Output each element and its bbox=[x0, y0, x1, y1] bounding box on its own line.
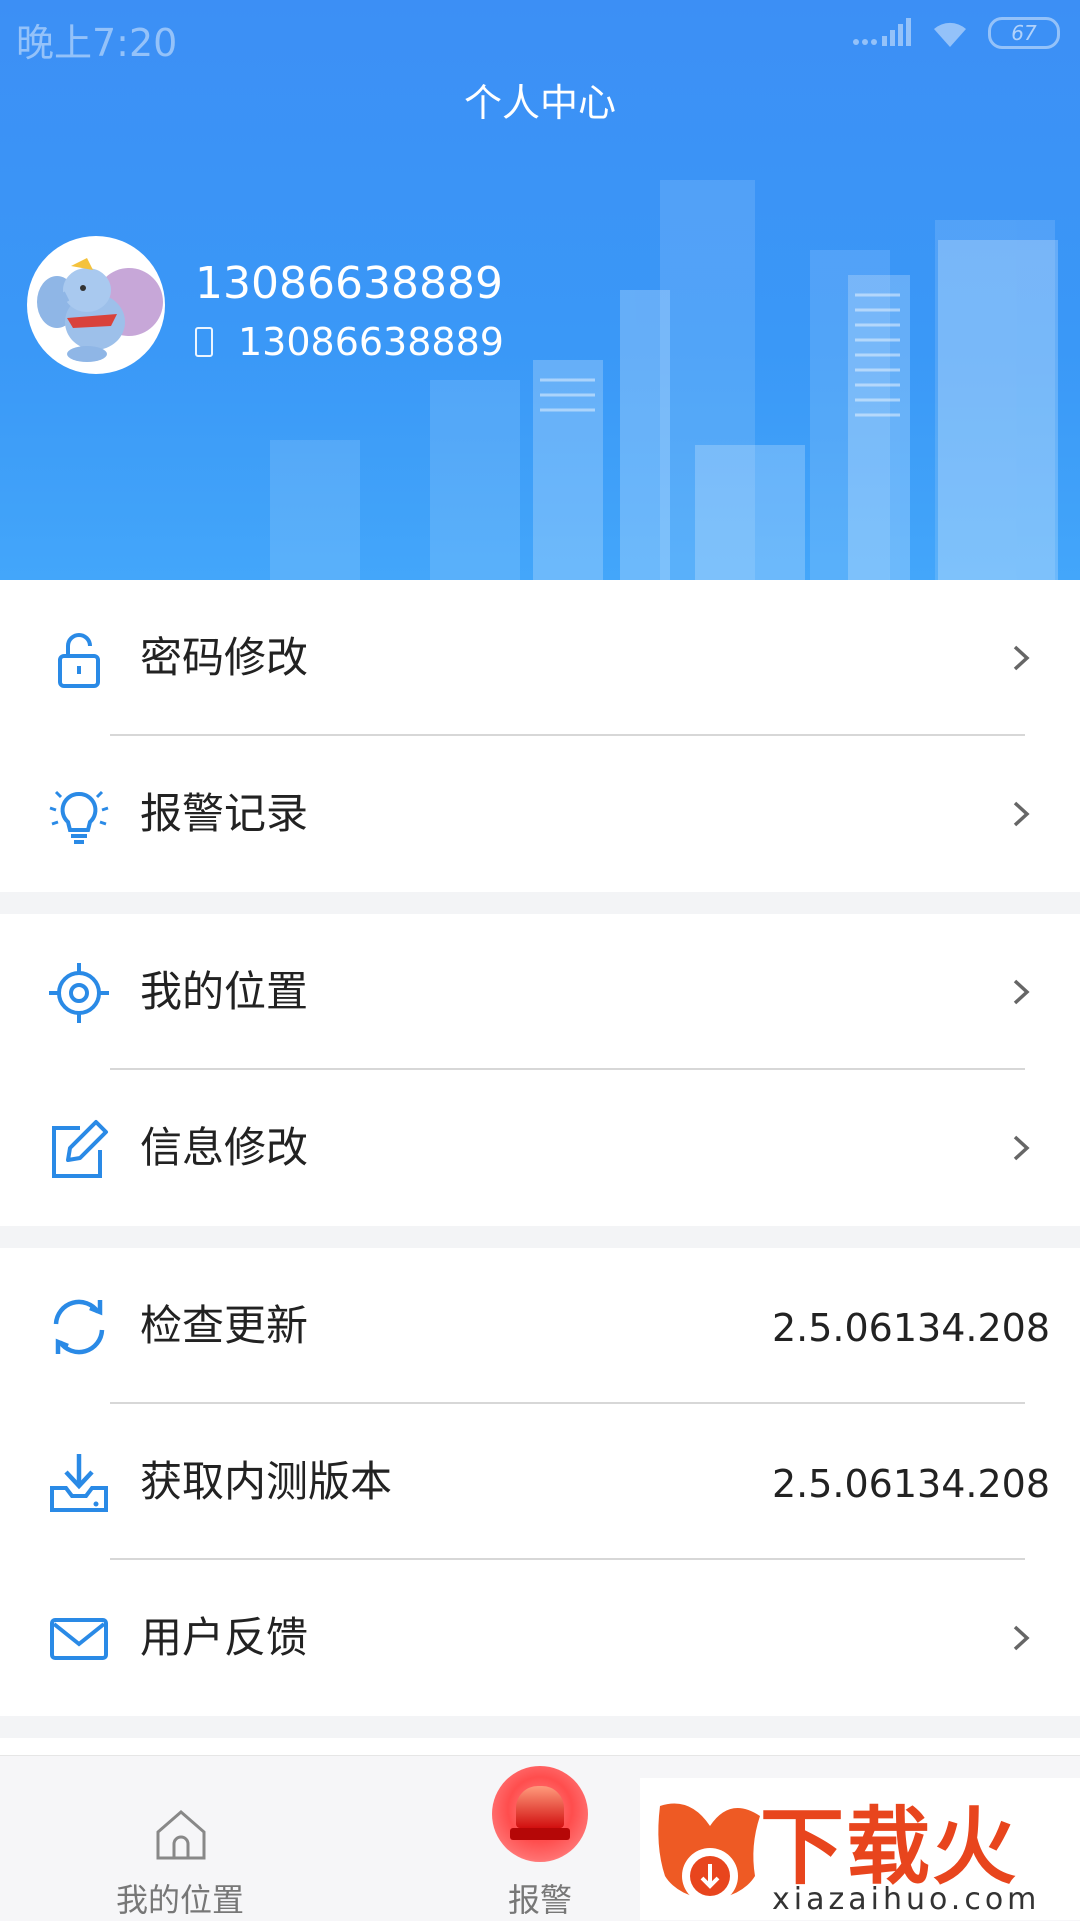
chevron-right-icon bbox=[1013, 801, 1030, 827]
edit-info-item[interactable]: 信息修改 bbox=[0, 1070, 1080, 1226]
edit-info-label: 信息修改 bbox=[140, 1123, 309, 1172]
user-name: 13086638889 bbox=[195, 258, 503, 309]
phone-number: 13086638889 bbox=[238, 320, 504, 364]
edit-pencil-icon bbox=[52, 1120, 108, 1178]
status-bar: 晚上7:20 67 bbox=[0, 0, 1080, 70]
refresh-icon bbox=[53, 1299, 105, 1355]
beta-version-item[interactable]: 获取内测版本 2.5.06134.208 bbox=[0, 1404, 1080, 1560]
profile-header: 晚上7:20 67 个人中心 13086638889 13086638889 bbox=[0, 0, 1080, 580]
my-location-item[interactable]: 我的位置 bbox=[0, 914, 1080, 1070]
target-location-icon bbox=[49, 963, 109, 1023]
tab-my-location[interactable]: 我的位置 bbox=[80, 1756, 280, 1921]
phone-row: 13086638889 bbox=[195, 320, 504, 364]
my-location-label: 我的位置 bbox=[140, 967, 309, 1016]
page-title: 个人中心 bbox=[463, 81, 616, 125]
chevron-right-icon bbox=[1013, 1135, 1030, 1161]
wifi-icon bbox=[934, 22, 966, 47]
chevron-right-icon bbox=[1013, 645, 1030, 671]
menu-group-account: 密码修改 报警记录 bbox=[0, 580, 1080, 892]
section-gap bbox=[0, 892, 1080, 914]
status-time: 晚上7:20 bbox=[16, 21, 178, 65]
alarm-records-label: 报警记录 bbox=[140, 789, 309, 838]
beta-version-label: 获取内测版本 bbox=[140, 1457, 393, 1506]
lightbulb-icon bbox=[49, 790, 109, 844]
home-icon bbox=[156, 1810, 206, 1860]
unlock-icon bbox=[58, 633, 100, 688]
chevron-right-icon bbox=[1013, 979, 1030, 1005]
user-feedback-item[interactable]: 用户反馈 bbox=[0, 1560, 1080, 1716]
mail-icon bbox=[50, 1618, 108, 1660]
password-change-label: 密码修改 bbox=[140, 633, 309, 682]
tab-alarm[interactable]: 报警 bbox=[440, 1756, 640, 1921]
check-update-item[interactable]: 检查更新 2.5.06134.208 bbox=[0, 1248, 1080, 1404]
password-change-item[interactable]: 密码修改 bbox=[0, 580, 1080, 736]
signal-icon bbox=[853, 18, 911, 46]
section-gap bbox=[0, 1716, 1080, 1738]
menu-group-location: 我的位置 信息修改 bbox=[0, 914, 1080, 1226]
current-version-value: 2.5.06134.208 bbox=[771, 1306, 1050, 1350]
city-skyline-decoration bbox=[270, 180, 1058, 580]
tab-my-location-label: 我的位置 bbox=[115, 1881, 244, 1919]
section-gap bbox=[0, 1226, 1080, 1248]
settings-menu: 密码修改 报警记录 我的位置 信息修改 检查更新 2.5.06134.208 获… bbox=[0, 580, 1080, 1738]
chevron-right-icon bbox=[1013, 1625, 1030, 1651]
user-feedback-label: 用户反馈 bbox=[140, 1613, 309, 1662]
alarm-siren-icon[interactable] bbox=[492, 1766, 588, 1862]
tab-alarm-label: 报警 bbox=[507, 1881, 572, 1919]
beta-version-value: 2.5.06134.208 bbox=[771, 1462, 1050, 1506]
download-tray-icon bbox=[50, 1454, 108, 1512]
check-update-label: 检查更新 bbox=[140, 1301, 309, 1350]
alarm-records-item[interactable]: 报警记录 bbox=[0, 736, 1080, 892]
flame-logo-icon bbox=[658, 1803, 760, 1904]
elephant-avatar-icon bbox=[37, 258, 163, 362]
watermark-logo: 下载火 xiazaihuo.com bbox=[640, 1778, 1080, 1920]
avatar[interactable] bbox=[27, 236, 165, 374]
watermark-site: xiazaihuo.com bbox=[772, 1882, 1041, 1917]
phone-icon bbox=[195, 327, 213, 357]
battery-indicator: 67 bbox=[988, 17, 1060, 49]
menu-group-app: 检查更新 2.5.06134.208 获取内测版本 2.5.06134.208 … bbox=[0, 1248, 1080, 1716]
